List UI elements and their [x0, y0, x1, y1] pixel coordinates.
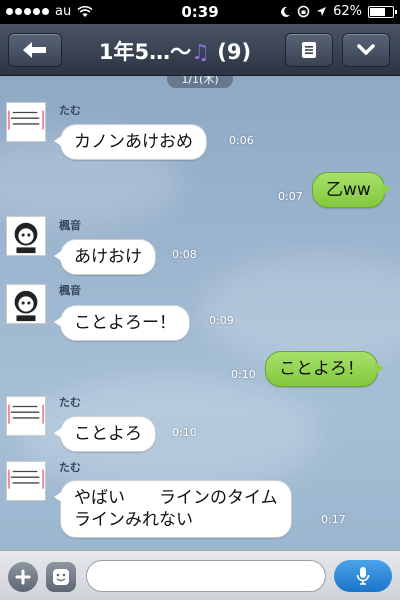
sticker-button[interactable] — [46, 562, 76, 592]
rotation-lock-icon — [297, 5, 310, 18]
menu-button[interactable] — [285, 33, 333, 67]
sender-name: たむ — [59, 104, 81, 117]
message-time: 0:08 — [172, 248, 197, 261]
back-button[interactable] — [8, 33, 62, 67]
moon-icon — [281, 6, 291, 17]
voice-button[interactable] — [334, 560, 392, 592]
avatar[interactable] — [6, 284, 46, 324]
add-button[interactable] — [8, 562, 38, 592]
back-arrow-icon — [23, 42, 46, 58]
chevron-down-icon — [357, 44, 375, 55]
plus-icon — [15, 569, 31, 585]
message-line: ラインみれない — [74, 510, 193, 530]
message-time: 0:17 — [321, 513, 346, 526]
message-bubble[interactable]: ことよろ — [54, 416, 156, 452]
avatar[interactable] — [6, 396, 46, 436]
chat-area[interactable]: 1/1(木) たむ カノンあけおめ 0:06 0:07 乙ww 楓音 あけおけ … — [0, 76, 400, 550]
message-input[interactable] — [86, 560, 326, 592]
sender-name: 楓音 — [59, 284, 81, 297]
avatar[interactable] — [6, 461, 46, 501]
smiley-icon — [53, 569, 69, 585]
music-note-icon: ♫ — [191, 40, 210, 64]
sent-message-bubble[interactable]: ことよろ！ — [265, 351, 384, 387]
expand-button[interactable] — [342, 33, 390, 67]
chat-title: 1年5…〜♫ (9) — [70, 36, 280, 66]
chat-header: 1年5…〜♫ (9) — [0, 24, 400, 76]
battery-icon — [368, 5, 397, 18]
message-bubble[interactable]: あけおけ — [54, 239, 156, 275]
list-menu-icon — [302, 42, 316, 58]
message-line: やばい ラインのタイム — [74, 488, 278, 508]
microphone-icon — [356, 567, 370, 585]
avatar[interactable] — [6, 102, 46, 142]
input-bar — [0, 550, 400, 600]
message-time: 0:09 — [209, 314, 234, 327]
sender-name: たむ — [59, 396, 81, 409]
message-time: 0:07 — [278, 190, 303, 203]
message-bubble[interactable]: やばい ラインのタイム ラインみれない — [54, 480, 292, 538]
sender-name: たむ — [59, 461, 81, 474]
avatar[interactable] — [6, 216, 46, 256]
message-time: 0:10 — [172, 426, 197, 439]
message-bubble[interactable]: カノンあけおめ — [54, 124, 207, 160]
location-arrow-icon — [317, 7, 327, 16]
status-bar: au 0:39 62% — [0, 0, 400, 24]
battery-percent: 62% — [333, 4, 362, 19]
message-time: 0:10 — [231, 368, 256, 381]
date-label: 1/1(木) — [167, 76, 233, 88]
member-count: (9) — [217, 40, 252, 64]
message-bubble[interactable]: ことよろー！ — [54, 305, 190, 341]
chat-title-text: 1年5…〜 — [98, 40, 192, 64]
message-time: 0:06 — [229, 134, 254, 147]
sent-message-bubble[interactable]: 乙ww — [312, 172, 391, 208]
sender-name: 楓音 — [59, 219, 81, 232]
